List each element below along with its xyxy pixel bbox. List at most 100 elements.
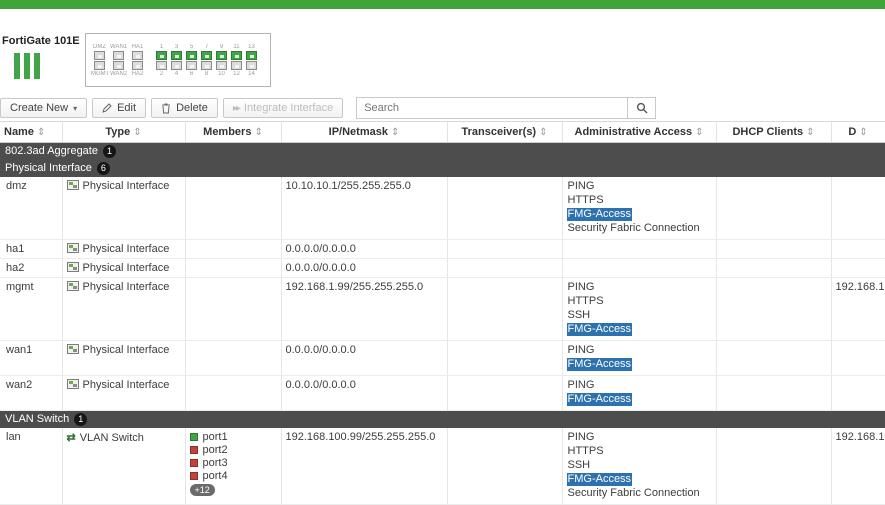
cell-admin-access: PING FMG-Access [562,340,717,376]
table-row[interactable]: mgmt Physical Interface 192.168.1.99/255.2… [0,277,885,341]
search-input[interactable] [356,97,629,119]
port-led [156,50,167,60]
sort-icon: ⇕ [36,127,46,138]
column-header-type[interactable]: Type ⇕ [62,121,186,143]
column-header-ip-netmask[interactable]: IP/Netmask ⇕ [281,121,448,143]
device-model-label: FortiGate 101E [2,35,80,47]
cell-members [185,277,282,341]
column-header-label: IP/Netmask [328,126,388,138]
column-header-members[interactable]: Members ⇕ [185,121,282,143]
cell-members [185,258,282,278]
column-header-label: Administrative Access [574,126,693,138]
sort-icon: ⇕ [859,127,868,138]
search-button[interactable] [628,97,657,119]
group-row-cell[interactable]: 802.3ad Aggregate 1 [0,142,885,160]
cell-interface-type: Physical Interface [62,258,186,278]
search-box [356,97,657,119]
port-label: WAN1 [110,43,127,50]
port-status-icon [189,433,198,441]
toolbar: Create New ▾ Edit Delete ▸▸ Integrate In… [0,95,885,121]
edit-button[interactable]: Edit [92,98,147,118]
group-label: 802.3ad Aggregate [5,145,98,157]
port-led [246,50,257,60]
group-row[interactable]: VLAN Switch 1 [0,410,885,428]
column-header-label: Type [105,126,131,138]
port-number: 4 [174,70,179,77]
port-led [94,60,105,70]
cell-transceiver [447,258,563,278]
member-port-label: port2 [202,444,228,456]
admin-access-item: HTTPS [567,194,604,206]
column-header-label: Members [203,126,252,138]
table-row[interactable]: wan1 Physical Interface 0.0.0.0/0.0.0.0 PIN… [0,340,885,376]
device-front-panel: FortiGate 101E DMZ WAN1 HA1 MGMT WAN2 HA2 135… [0,9,885,95]
column-header-dhcp-clients[interactable]: DHCP Clients ⇕ [716,121,832,143]
delete-button[interactable]: Delete [151,98,218,118]
table-row[interactable]: lan ⇄ VLAN Switch port1 port2 port3 port4 +12 19… [0,428,885,505]
cell-admin-access [562,239,717,259]
cell-interface-type: ⇄ VLAN Switch [62,428,186,505]
column-header-name[interactable]: Name ⇕ [0,121,63,143]
column-header-label: Name [4,126,34,138]
create-new-button[interactable]: Create New ▾ [0,98,88,118]
interface-type-label: Physical Interface [82,262,170,274]
cell-interface-name: lan [0,428,63,505]
port-label: MGMT [91,70,108,77]
table-row[interactable]: dmz Physical Interface 10.10.10.1/255.255.… [0,177,885,240]
cell-interface-name: ha1 [0,239,63,259]
group-label: Physical Interface [5,162,92,174]
port-number: 7 [204,43,209,50]
physical-interface-icon [66,281,79,291]
admin-access-item: FMG-Access [566,358,633,371]
admin-access-item: PING [567,379,595,391]
port-label: WAN2 [110,70,127,77]
cell-dhcp-range [831,340,885,376]
table-row[interactable]: wan2 Physical Interface 0.0.0.0/0.0.0.0 PIN… [0,375,885,411]
cell-transceiver [447,340,563,376]
group-row-cell[interactable]: Physical Interface 6 [0,160,885,177]
admin-access-item: PING [567,344,595,356]
port-number: 2 [159,70,164,77]
port-led [216,50,227,60]
cell-transceiver [447,239,563,259]
cell-dhcp-clients [716,277,832,341]
port-number: 11 [233,43,240,50]
cell-members [185,340,282,376]
more-members-badge[interactable]: +12 [189,484,215,496]
physical-interface-icon [66,180,79,190]
vlan-switch-icon: ⇄ [66,432,76,444]
table-header-row: Name ⇕ Type ⇕ Members ⇕ IP/Netmask ⇕ Transceiver… [0,121,885,143]
table-row[interactable]: ha2 Physical Interface 0.0.0.0/0.0.0.0 [0,258,885,278]
admin-access-item: FMG-Access [566,393,633,406]
port-led [216,60,227,70]
group-row-cell[interactable]: VLAN Switch 1 [0,410,885,428]
member-port: port4 [189,470,277,483]
cell-ip-netmask: 0.0.0.0/0.0.0.0 [281,258,448,278]
column-header-transceiver-s-[interactable]: Transceiver(s) ⇕ [447,121,563,143]
column-header-label: Transceiver(s) [461,126,537,138]
port-led [132,60,143,70]
cell-dhcp-clients [716,239,832,259]
port-number: 3 [174,43,179,50]
status-led-bars [14,53,40,79]
group-row[interactable]: 802.3ad Aggregate 1 [0,142,885,160]
cell-interface-name: mgmt [0,277,63,341]
port-number: 9 [219,43,224,50]
cell-admin-access [562,258,717,278]
group-row[interactable]: Physical Interface 6 [0,160,885,177]
cell-members [185,375,282,411]
column-header-administrative-access[interactable]: Administrative Access ⇕ [562,121,717,143]
port-led [113,60,124,70]
port-led [231,50,242,60]
column-header-d[interactable]: D ⇕ [831,121,885,143]
port-led [132,50,143,60]
chevron-down-icon: ▾ [73,103,78,113]
cell-interface-type: Physical Interface [62,340,186,376]
cell-dhcp-clients [716,258,832,278]
member-port-label: port3 [202,457,228,469]
port-led [201,60,212,70]
column-header-label: D [848,126,857,138]
table-row[interactable]: ha1 Physical Interface 0.0.0.0/0.0.0.0 [0,239,885,259]
cell-dhcp-range [831,239,885,259]
cell-members [185,239,282,259]
